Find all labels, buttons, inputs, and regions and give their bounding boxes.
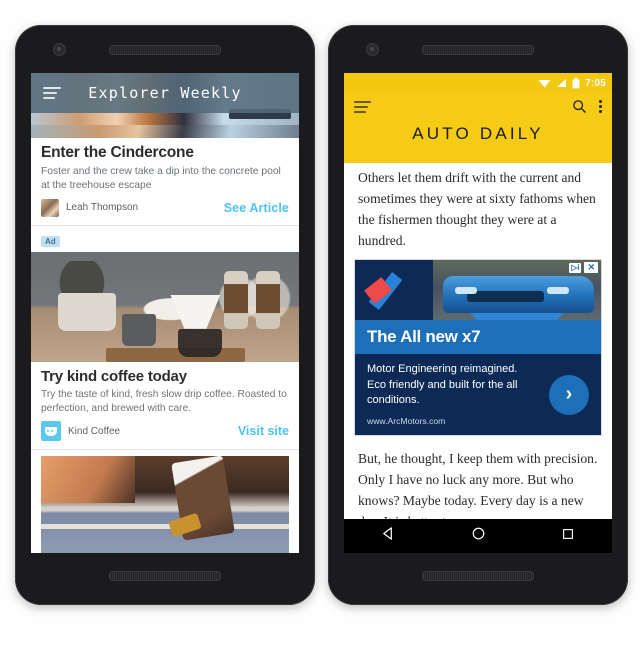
recents-square-icon[interactable] <box>561 527 575 546</box>
native-ad-description: Try the taste of kind, fresh slow drip c… <box>41 388 287 414</box>
status-bar-clock: 7:05 <box>585 77 606 89</box>
ad-image-carafe <box>178 329 223 358</box>
author-avatar <box>41 198 59 217</box>
visit-site-link[interactable]: Visit site <box>238 424 289 438</box>
phone-device-left: Explorer Weekly Enter the Cindercone Fos… <box>15 25 315 605</box>
second-article-photo[interactable] <box>41 456 289 553</box>
phone-top-bezel-right <box>328 25 628 73</box>
wifi-icon <box>538 80 551 88</box>
screenshot-stage: Explorer Weekly Enter the Cindercone Fos… <box>0 0 640 647</box>
native-ad-title: Try kind coffee today <box>41 367 187 385</box>
ad-image-mug <box>122 314 157 347</box>
hamburger-menu-icon[interactable] <box>43 87 61 99</box>
app-bar-controls <box>344 93 612 114</box>
story-paragraph-top: Others let them drift with the current a… <box>358 170 596 249</box>
banner-ad-cta-arrow-button[interactable]: › <box>549 374 589 415</box>
back-triangle-icon[interactable] <box>381 526 396 546</box>
article-author: Leah Thompson <box>66 202 139 214</box>
native-ad-image[interactable] <box>31 251 299 362</box>
ad-image-bean-jar-1 <box>223 270 248 329</box>
auto-daily-app-bar: AUTO DAILY <box>344 93 612 163</box>
phone-top-bezel-left <box>15 25 315 73</box>
article-text-top: Others let them drift with the current a… <box>344 163 612 251</box>
publication-title: AUTO DAILY <box>412 124 544 143</box>
app-bar-actions <box>572 99 602 114</box>
ad-image-serving-board <box>106 347 246 362</box>
front-camera-icon-right <box>366 43 379 56</box>
app-title: Explorer Weekly <box>88 84 242 102</box>
adchoices-icon[interactable]: ▷i <box>569 262 582 273</box>
earpiece-speaker-right <box>422 45 534 55</box>
content-divider-2 <box>31 449 299 451</box>
ad-image-bean-jar-2 <box>256 270 281 329</box>
article-headline: Enter the Cindercone <box>41 144 194 161</box>
banner-ad-copy: Motor Engineering reimagined. Eco friend… <box>367 363 518 407</box>
phone-device-right: 7:05 AUTO DAILY Others let them drift wi… <box>328 25 628 605</box>
article-card[interactable]: Enter the Cindercone Foster and the crew… <box>31 138 299 225</box>
car-headlight-right <box>547 286 570 294</box>
photo-pool-coping <box>41 523 289 529</box>
banner-ad-url: www.ArcMotors.com <box>367 416 446 427</box>
banner-ad-creative-top: ▷i ✕ <box>355 260 601 321</box>
arc-motors-logo-icon <box>355 260 433 320</box>
earpiece-speaker <box>109 45 221 55</box>
photo-sunset-glow <box>41 456 136 504</box>
screen-right: 7:05 AUTO DAILY Others let them drift wi… <box>344 73 612 553</box>
kind-coffee-logo-icon <box>41 421 61 442</box>
signal-icon <box>557 79 567 87</box>
banner-ad-headline: The All new x7 <box>355 320 601 355</box>
search-icon[interactable] <box>572 99 587 114</box>
see-article-link[interactable]: See Article <box>224 201 289 215</box>
ad-image-planter <box>57 292 116 331</box>
more-vertical-icon[interactable] <box>599 100 602 113</box>
android-status-bar: 7:05 <box>344 73 612 93</box>
banner-ad-badges: ▷i ✕ <box>569 262 598 274</box>
native-ad-footer: Kind Coffee Visit site <box>41 421 289 442</box>
hamburger-menu-icon[interactable] <box>354 100 371 113</box>
article-deck: Foster and the crew take a dip into the … <box>41 166 281 191</box>
android-navigation-bar <box>344 519 612 553</box>
native-ad-body: Try kind coffee today Try the taste of k… <box>31 362 299 450</box>
battery-icon <box>572 77 580 88</box>
car-grille <box>466 291 544 303</box>
banner-ad[interactable]: ▷i ✕ The All new x7 Motor Engineering re… <box>354 259 602 437</box>
bottom-speaker-right <box>422 571 534 581</box>
screen-left: Explorer Weekly Enter the Cindercone Fos… <box>31 73 299 553</box>
ad-image-pourover-dripper <box>170 294 221 329</box>
front-camera-icon <box>53 43 66 56</box>
ad-label-badge: Ad <box>41 235 60 248</box>
bottom-speaker-left <box>109 571 221 581</box>
close-icon[interactable]: ✕ <box>584 262 598 274</box>
article-byline: Leah Thompson See Article <box>41 198 289 217</box>
native-ad-advertiser: Kind Coffee <box>68 425 121 437</box>
banner-ad-body: Motor Engineering reimagined. Eco friend… <box>355 354 601 436</box>
article-hero-image: Explorer Weekly <box>31 73 299 138</box>
car-headlight-left <box>454 286 477 294</box>
home-circle-icon[interactable] <box>471 526 486 546</box>
ad-badge-row: Ad <box>31 226 299 252</box>
explorer-app-bar: Explorer Weekly <box>31 73 299 113</box>
